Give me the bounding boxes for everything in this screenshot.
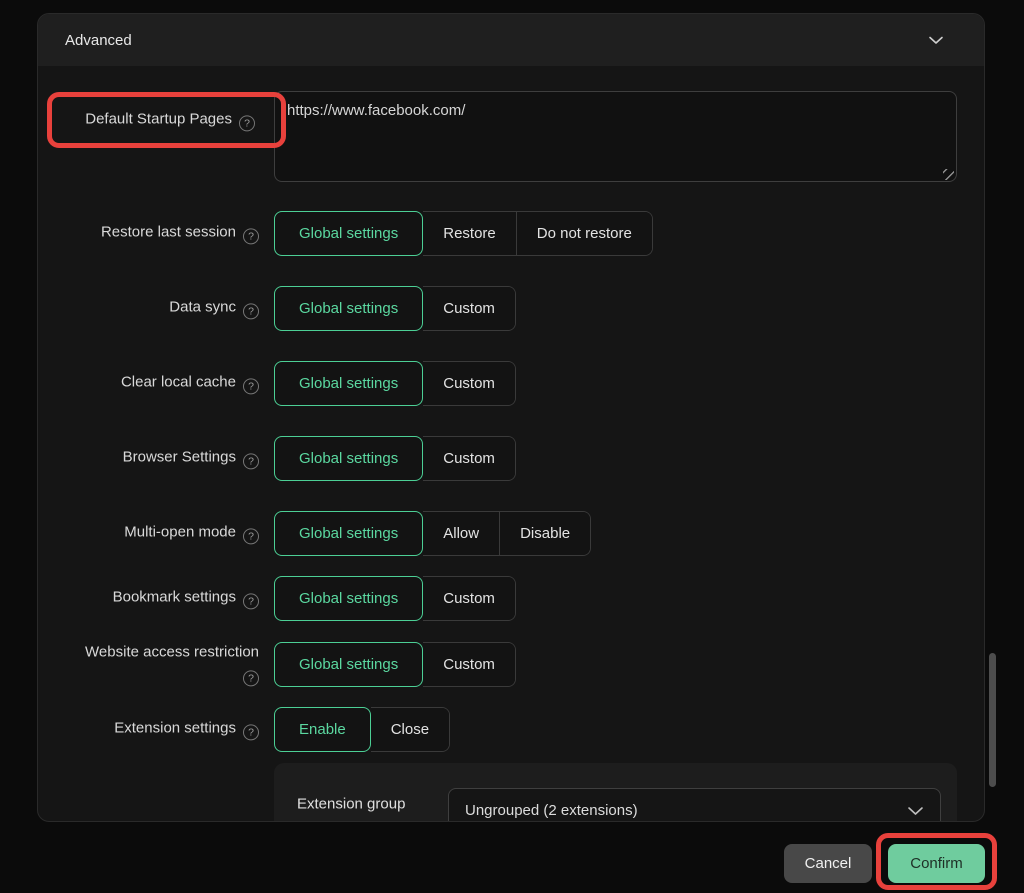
help-icon[interactable]: ? bbox=[239, 115, 255, 132]
chevron-down-icon[interactable] bbox=[928, 36, 944, 45]
advanced-settings-card: Advanced Default Startup Pages? https://… bbox=[37, 13, 985, 822]
setting-group-browser-settings: Global settings Custom bbox=[274, 435, 516, 481]
setting-label-text: Data sync bbox=[169, 298, 236, 316]
extension-group-select[interactable]: Ungrouped (2 extensions) bbox=[448, 788, 941, 821]
option-custom[interactable]: Custom bbox=[423, 576, 515, 620]
setting-label-text: Multi-open mode bbox=[124, 523, 236, 541]
option-close[interactable]: Close bbox=[370, 707, 450, 751]
unselected-options: Restore Do not restore bbox=[423, 210, 653, 256]
option-custom[interactable]: Custom bbox=[423, 436, 515, 480]
option-custom[interactable]: Custom bbox=[423, 286, 515, 330]
resize-handle-icon[interactable] bbox=[943, 169, 954, 180]
unselected-options: Custom bbox=[423, 435, 516, 481]
setting-label-text: Bookmark settings bbox=[112, 588, 236, 606]
option-custom[interactable]: Custom bbox=[423, 642, 515, 686]
option-enable[interactable]: Enable bbox=[274, 706, 371, 752]
startup-pages-label: Default Startup Pages? bbox=[85, 110, 255, 132]
unselected-options: Custom bbox=[423, 285, 516, 331]
chevron-down-icon[interactable] bbox=[907, 806, 924, 816]
startup-pages-label-text: Default Startup Pages bbox=[85, 110, 232, 128]
option-global-settings[interactable]: Global settings bbox=[274, 575, 424, 621]
section-title: Advanced bbox=[65, 31, 132, 49]
scrollbar-thumb[interactable] bbox=[989, 653, 996, 787]
unselected-options: Custom bbox=[423, 641, 516, 687]
setting-label-text: Restore last session bbox=[100, 223, 236, 241]
option-disable[interactable]: Disable bbox=[499, 511, 591, 555]
advanced-section-header[interactable]: Advanced bbox=[38, 14, 984, 66]
option-allow[interactable]: Allow bbox=[423, 511, 500, 555]
option-do-not-restore[interactable]: Do not restore bbox=[515, 211, 652, 255]
setting-label-extension-settings: Extension settings? bbox=[79, 717, 259, 741]
setting-group-multi-open-mode: Global settings Allow Disable bbox=[274, 510, 592, 556]
unselected-options: Close bbox=[370, 706, 451, 752]
setting-label-browser-settings: Browser Settings? bbox=[79, 446, 259, 470]
help-icon[interactable]: ? bbox=[243, 724, 259, 741]
extension-group-label: Extension group bbox=[297, 795, 406, 813]
setting-label-text: Website access restriction bbox=[85, 643, 259, 661]
setting-label-data-sync: Data sync? bbox=[79, 296, 259, 320]
option-global-settings[interactable]: Global settings bbox=[274, 210, 424, 256]
help-icon[interactable]: ? bbox=[243, 378, 259, 395]
unselected-options: Custom bbox=[423, 360, 516, 406]
option-global-settings[interactable]: Global settings bbox=[274, 435, 424, 481]
setting-group-website-access-restriction: Global settings Custom bbox=[274, 641, 516, 687]
extension-group-panel: Extension group Ungrouped (2 extensions) bbox=[274, 763, 957, 821]
confirm-button[interactable]: Confirm bbox=[888, 844, 985, 883]
setting-label-text: Extension settings bbox=[114, 719, 236, 737]
help-icon[interactable]: ? bbox=[243, 303, 259, 320]
option-global-settings[interactable]: Global settings bbox=[274, 285, 424, 331]
setting-label-restore-last-session: Restore last session? bbox=[79, 221, 259, 245]
help-icon[interactable]: ? bbox=[243, 528, 259, 545]
setting-label-bookmark-settings: Bookmark settings? bbox=[79, 586, 259, 610]
setting-group-clear-local-cache: Global settings Custom bbox=[274, 360, 516, 406]
option-global-settings[interactable]: Global settings bbox=[274, 360, 424, 406]
cancel-button[interactable]: Cancel bbox=[784, 844, 872, 883]
unselected-options: Custom bbox=[423, 575, 516, 621]
setting-group-bookmark-settings: Global settings Custom bbox=[274, 575, 516, 621]
setting-group-data-sync: Global settings Custom bbox=[274, 285, 516, 331]
option-restore[interactable]: Restore bbox=[423, 211, 516, 255]
setting-label-text: Clear local cache bbox=[120, 373, 236, 391]
setting-label-text: Browser Settings bbox=[122, 448, 236, 466]
help-icon[interactable]: ? bbox=[243, 593, 259, 610]
setting-group-restore-last-session: Global settings Restore Do not restore bbox=[274, 210, 653, 256]
startup-pages-input[interactable]: https://www.facebook.com/ bbox=[274, 91, 957, 182]
help-icon[interactable]: ? bbox=[243, 670, 259, 687]
option-global-settings[interactable]: Global settings bbox=[274, 510, 424, 556]
option-global-settings[interactable]: Global settings bbox=[274, 641, 424, 687]
setting-label-multi-open-mode: Multi-open mode? bbox=[79, 521, 259, 545]
option-custom[interactable]: Custom bbox=[423, 361, 515, 405]
unselected-options: Allow Disable bbox=[423, 510, 592, 556]
setting-label-clear-local-cache: Clear local cache? bbox=[79, 371, 259, 395]
extension-group-value: Ungrouped (2 extensions) bbox=[465, 802, 638, 819]
help-icon[interactable]: ? bbox=[243, 228, 259, 245]
help-icon[interactable]: ? bbox=[243, 453, 259, 470]
setting-label-website-access-restriction: Website access restriction? bbox=[79, 641, 259, 687]
setting-group-extension-settings: Enable Close bbox=[274, 706, 451, 752]
